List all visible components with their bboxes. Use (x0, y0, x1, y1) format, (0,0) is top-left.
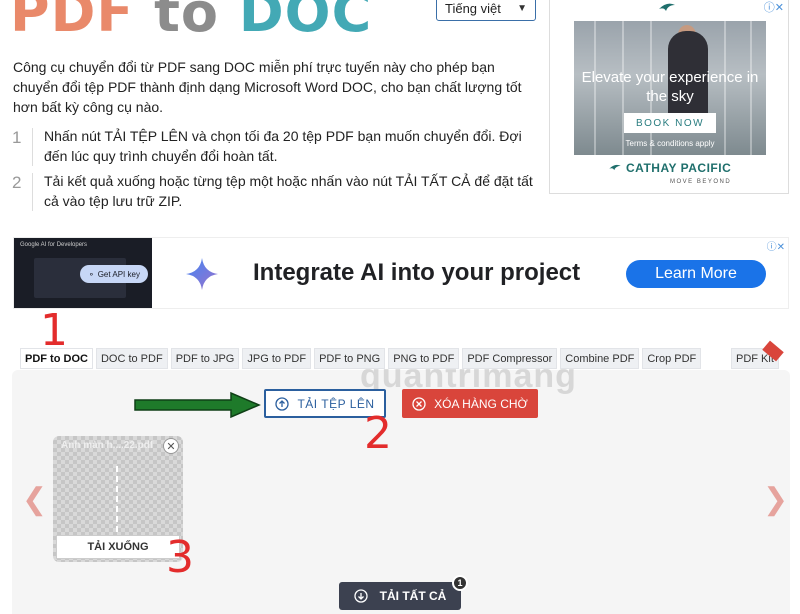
book-now-button[interactable]: BOOK NOW (624, 113, 716, 133)
ad-terms: Terms & conditions apply (625, 139, 715, 148)
file-preview (116, 466, 118, 532)
upload-label: TẢI TỆP LÊN (297, 396, 375, 411)
sparkle-icon (186, 258, 218, 290)
language-value: Tiếng việt (445, 1, 501, 16)
tab-crop-pdf[interactable]: Crop PDF (642, 348, 702, 369)
airline-logo-icon (659, 3, 675, 11)
banner-ad[interactable]: Google AI for Developers ⚬ Get API key I… (13, 237, 789, 309)
step-divider (32, 173, 33, 211)
tab-png-to-pdf[interactable]: PNG to PDF (388, 348, 460, 369)
download-all-button[interactable]: TẢI TẤT CẢ 1 (339, 575, 468, 610)
file-count-badge: 1 (452, 575, 468, 591)
step-number: 2 (12, 173, 22, 192)
annotation-number-1: 1 (40, 305, 68, 356)
tab-pdf-kit[interactable]: PDF Kit (731, 340, 784, 369)
info-close-icon[interactable]: ⓘ✕ (767, 238, 785, 253)
prev-arrow-icon[interactable]: ❮ (22, 482, 47, 517)
info-close-icon[interactable]: ⓘ✕ (764, 0, 784, 15)
airline-ad[interactable]: ⓘ✕ Elevate your experience in the sky BO… (549, 0, 789, 194)
api-pill-label: Get API key (97, 269, 140, 279)
download-icon (354, 589, 368, 603)
step-text: Nhấn nút TẢI TỆP LÊN và chọn tối đa 20 t… (44, 128, 522, 164)
download-all-label: TẢI TẤT CẢ (379, 589, 447, 603)
tab-doc-to-pdf[interactable]: DOC to PDF (95, 348, 168, 369)
tab-pdf-to-png[interactable]: PDF to PNG (314, 348, 386, 369)
tab-pdf-to-jpg[interactable]: PDF to JPG (170, 348, 240, 369)
step-divider (32, 128, 33, 166)
step-item: 1 Nhấn nút TẢI TỆP LÊN và chọn tối đa 20… (12, 126, 537, 166)
ad-brand-name: CATHAY PACIFIC (626, 161, 732, 175)
logo-pdf: PDF (10, 0, 135, 44)
tab-combine-pdf[interactable]: Combine PDF (560, 348, 640, 369)
chevron-down-icon: ▼ (517, 3, 527, 14)
tab-jpg-to-pdf[interactable]: JPG to PDF (242, 348, 312, 369)
clear-queue-button[interactable]: XÓA HÀNG CHỜ (402, 389, 538, 418)
ad-thumbnail: Google AI for Developers ⚬ Get API key (14, 238, 152, 308)
file-card: Anh màn h....22.pdf ✕ TẢI XUỐNG (53, 436, 183, 562)
logo-to: to (154, 0, 220, 44)
ad-tagline: MOVE BEYOND (670, 179, 732, 185)
language-select[interactable]: Tiếng việt ▼ (436, 0, 536, 21)
steps-list: 1 Nhấn nút TẢI TỆP LÊN và chọn tối đa 20… (12, 126, 537, 216)
airline-logo-icon (609, 164, 621, 171)
remove-file-icon[interactable]: ✕ (163, 438, 179, 454)
site-logo[interactable]: PDF to DOC (10, 0, 372, 40)
ad-headline: Elevate your experience in the sky (581, 69, 759, 105)
step-text: Tải kết quả xuống hoặc từng tệp một hoặc… (44, 173, 533, 209)
banner-headline: Integrate AI into your project (253, 259, 581, 286)
ad-brand: CATHAY PACIFIC (608, 161, 731, 175)
annotation-number-2: 2 (364, 408, 392, 459)
step-number: 1 (12, 128, 22, 147)
tab-pdf-compressor[interactable]: PDF Compressor (462, 348, 558, 369)
tool-tabs: PDF to DOC DOC to PDF PDF to JPG JPG to … (20, 348, 702, 369)
learn-more-button[interactable]: Learn More (626, 260, 766, 288)
logo-doc: DOC (238, 0, 373, 44)
key-icon: ⚬ (88, 269, 95, 279)
file-name: Anh màn h....22.pdf (61, 440, 154, 451)
step-item: 2 Tải kết quả xuống hoặc từng tệp một ho… (12, 171, 537, 211)
api-key-pill: ⚬ Get API key (80, 265, 148, 283)
green-arrow-icon (134, 391, 261, 419)
download-file-button[interactable]: TẢI XUỐNG (56, 535, 180, 559)
next-arrow-icon[interactable]: ❯ (763, 482, 788, 517)
upload-icon (275, 396, 290, 411)
ad-thumb-label: Google AI for Developers (20, 242, 88, 248)
clear-icon (412, 396, 426, 411)
intro-text: Công cụ chuyển đổi từ PDF sang DOC miễn … (13, 59, 522, 115)
clear-label: XÓA HÀNG CHỜ (434, 396, 528, 411)
annotation-number-3: 3 (166, 532, 194, 583)
